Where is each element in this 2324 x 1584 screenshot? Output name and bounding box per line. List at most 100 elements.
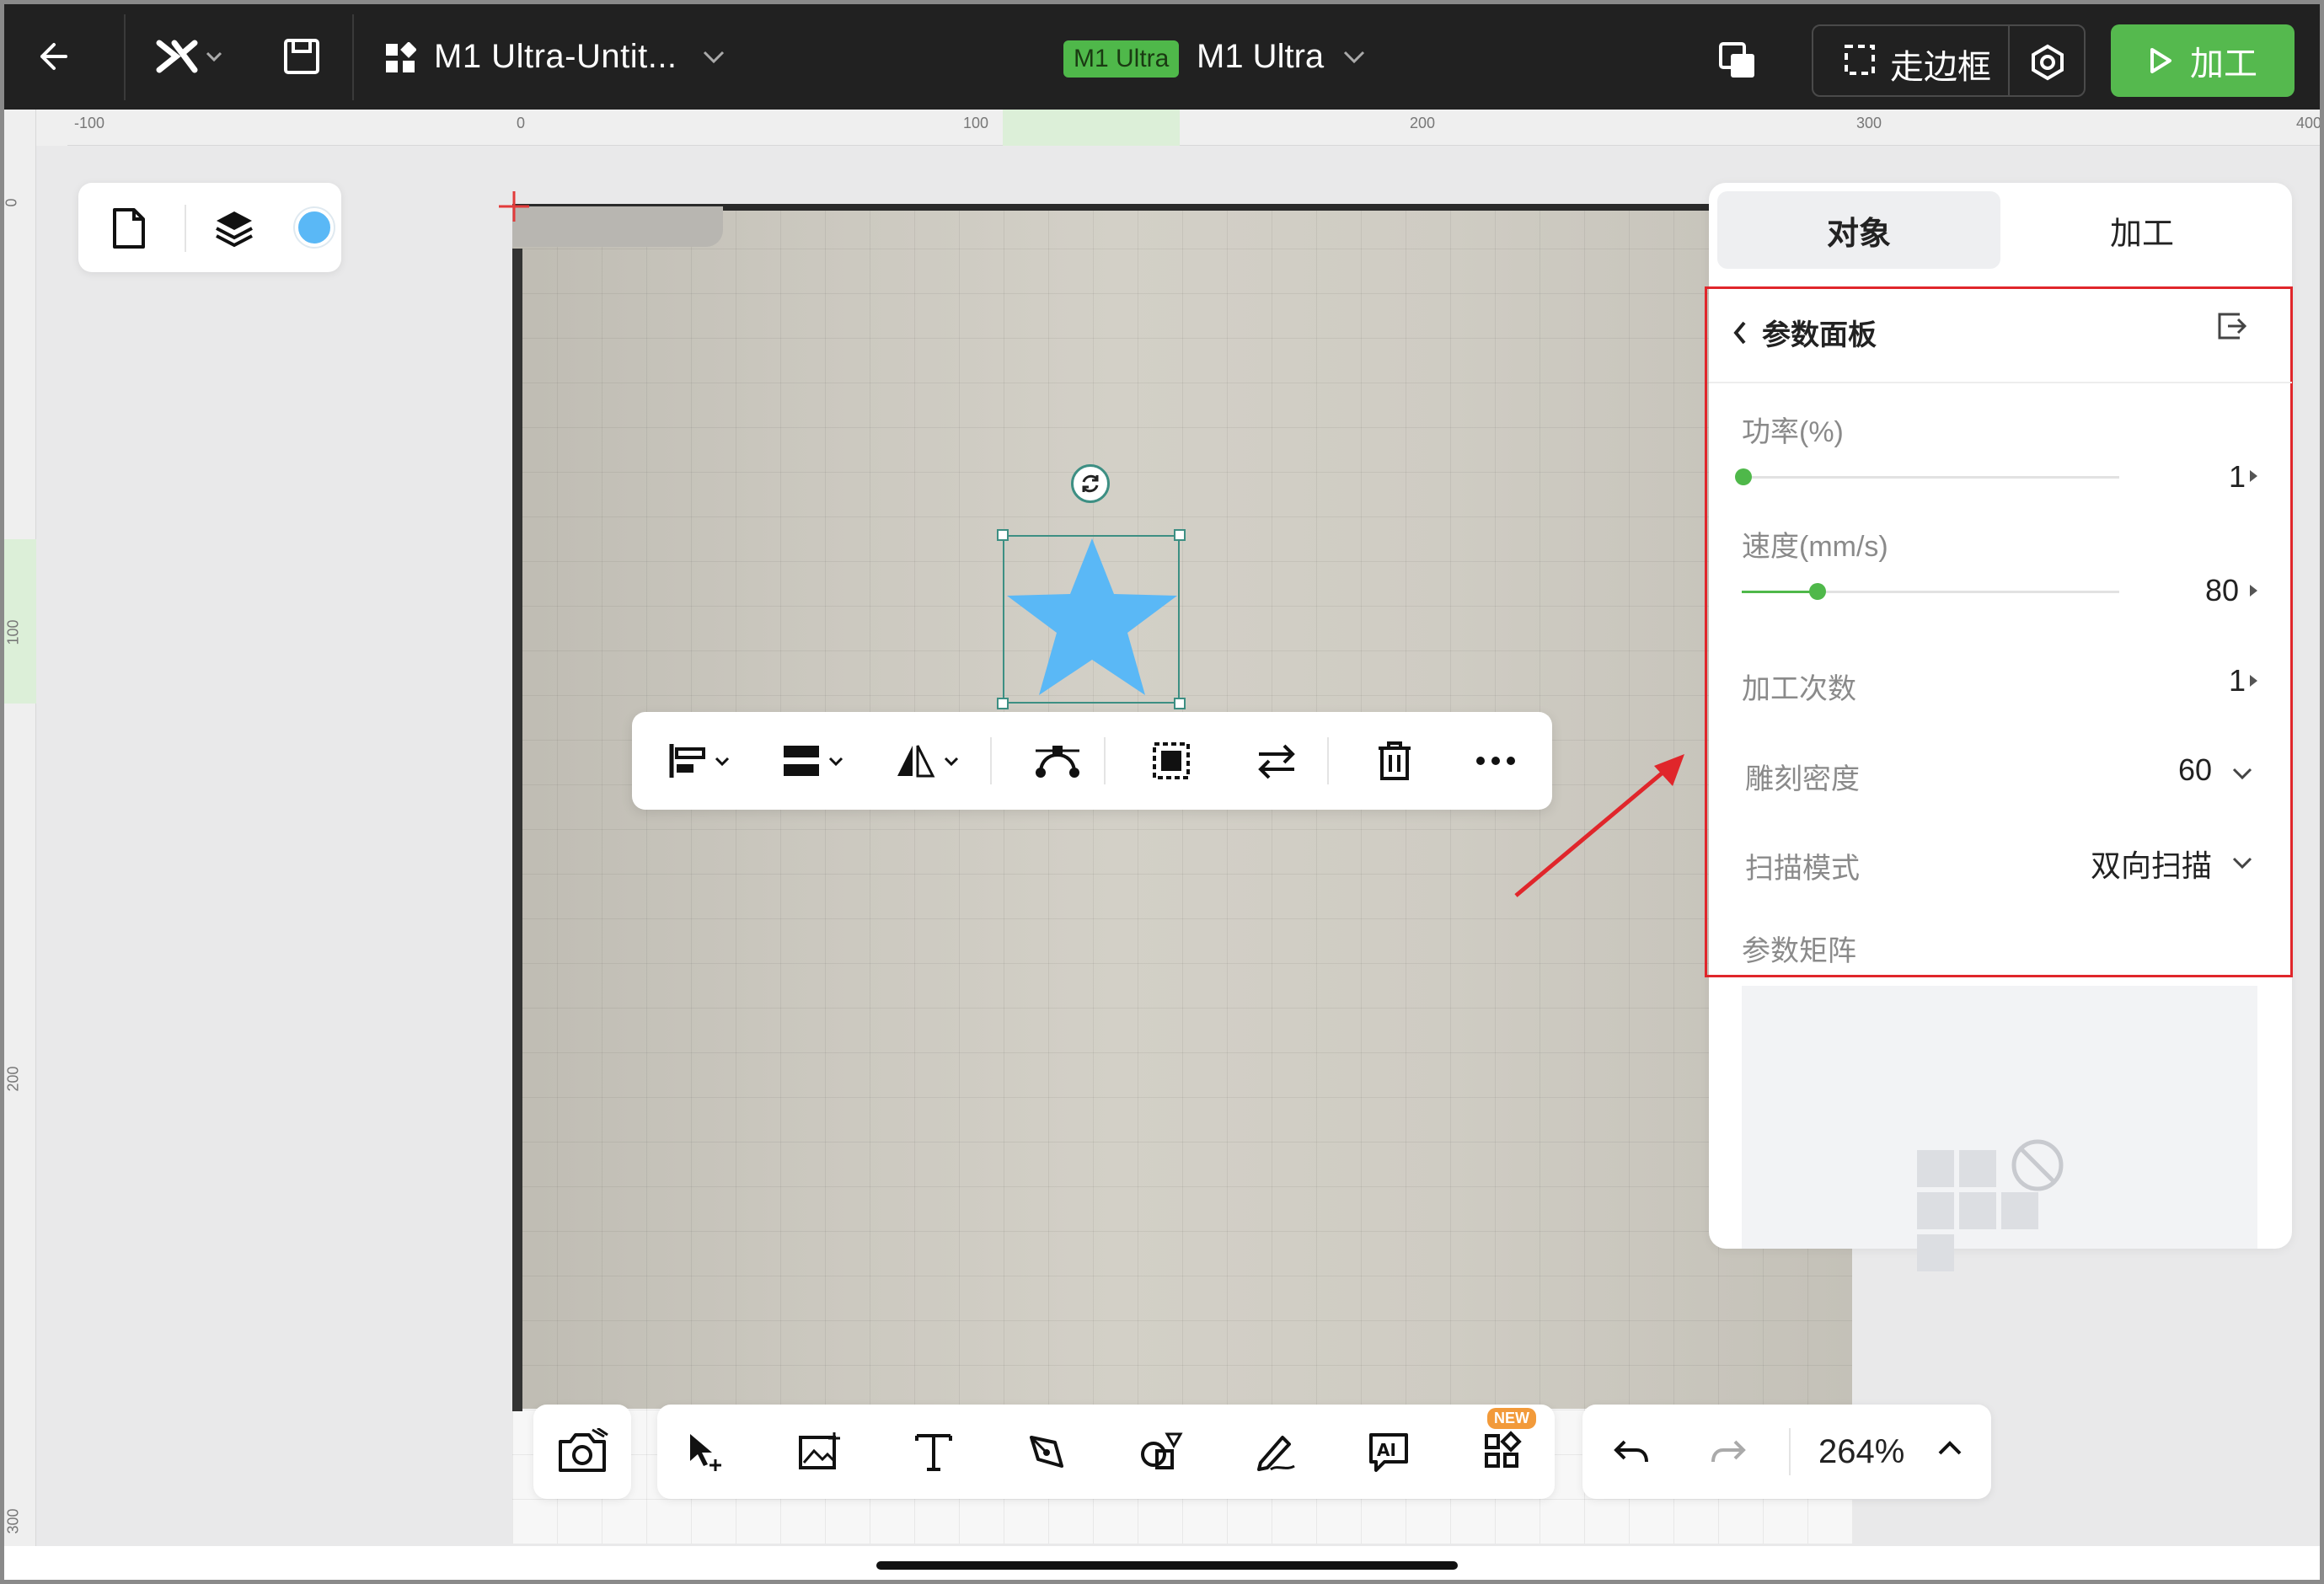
object-toolbar (632, 712, 1552, 810)
speed-label: 速度(mm/s) (1742, 531, 1888, 563)
resize-handle[interactable] (1174, 698, 1186, 709)
add-image-tool-icon[interactable] (788, 1420, 852, 1484)
align-button[interactable] (657, 729, 742, 793)
density-label: 雕刻密度 (1745, 763, 1860, 795)
tab-object[interactable]: 对象 (1717, 191, 2000, 269)
annotation-arrow (1514, 754, 1684, 897)
ruler-top-label: -100 (74, 115, 105, 131)
selection-box[interactable] (1003, 535, 1180, 704)
shape-tool-icon[interactable] (1129, 1420, 1193, 1484)
history-zoom-bar: 264% (1582, 1405, 1991, 1499)
chevron-down-icon[interactable] (1340, 45, 1368, 70)
chevron-down-icon[interactable] (2231, 766, 2253, 781)
bottom-toolbar: AI NEW (657, 1405, 1555, 1499)
power-slider[interactable] (1742, 476, 2119, 479)
chevron-down-icon (828, 757, 843, 766)
ruler-top-label: 0 (517, 115, 526, 131)
pen-tool-icon[interactable] (1015, 1420, 1079, 1484)
chevron-down-icon (206, 51, 222, 62)
back-icon[interactable] (25, 31, 76, 82)
layer-color-swatch[interactable] (295, 208, 334, 247)
param-panel-title: 参数面板 (1762, 319, 1877, 351)
resize-handle[interactable] (997, 698, 1009, 709)
param-matrix-label: 参数矩阵 (1742, 935, 1856, 967)
power-label: 功率(%) (1742, 416, 1844, 448)
document-title[interactable]: M1 Ultra-Untit... (434, 38, 677, 76)
export-params-icon[interactable] (2214, 309, 2252, 346)
distribute-icon (784, 746, 819, 776)
ai-tool-icon[interactable]: AI (1357, 1420, 1421, 1484)
xtool-logo-icon (156, 40, 198, 73)
param-matrix-preview[interactable] (1742, 986, 2257, 1271)
undo-icon[interactable] (1599, 1420, 1663, 1484)
text-tool-icon[interactable] (902, 1420, 966, 1484)
chevron-down-icon (715, 757, 730, 766)
process-button[interactable]: 加工 (2111, 24, 2295, 97)
top-bar: M1 Ultra-Untit... M1 Ultra M1 Ultra 走边框 … (4, 4, 2320, 110)
ruler-left-label: 200 (4, 1066, 22, 1092)
draw-tool-icon[interactable] (1243, 1420, 1307, 1484)
svg-text:AI: AI (1377, 1440, 1396, 1460)
settings-hex-icon[interactable] (2027, 41, 2069, 83)
scan-mode-value[interactable]: 双向扫描 (2060, 842, 2212, 886)
flip-button[interactable] (885, 729, 969, 793)
project-icon[interactable] (383, 41, 417, 75)
app-window: M1 Ultra-Untit... M1 Ultra M1 Ultra 走边框 … (4, 4, 2320, 1580)
ruler-left-label: 300 (4, 1508, 22, 1534)
disabled-icon (2010, 1137, 2065, 1193)
origin-marker (497, 190, 531, 223)
flip-icon (897, 745, 935, 778)
ruler-top-label: 100 (963, 115, 989, 131)
speed-slider-knob[interactable] (1809, 583, 1826, 600)
new-badge: NEW (1487, 1408, 1536, 1429)
passes-label: 加工次数 (1742, 673, 1856, 705)
select-tool-icon[interactable] (674, 1420, 738, 1484)
power-value[interactable]: 1 (2195, 459, 2246, 495)
stepper-arrow-icon[interactable] (2250, 675, 2257, 687)
app-menu-button[interactable] (147, 31, 232, 82)
density-value[interactable]: 60 (2145, 752, 2212, 788)
swap-icon[interactable] (1234, 729, 1319, 793)
device-badge: M1 Ultra (1063, 40, 1180, 78)
ruler-top-label: 300 (1856, 115, 1882, 131)
panel-tabs: 对象 加工 (1717, 191, 2284, 269)
camera-capture-icon[interactable] (533, 1405, 631, 1499)
power-slider-knob[interactable] (1735, 468, 1752, 485)
rotate-handle-icon[interactable] (1071, 464, 1110, 503)
chevron-up-icon[interactable] (1936, 1438, 1967, 1464)
stepper-arrow-icon[interactable] (2250, 470, 2257, 482)
chevron-left-icon (1733, 321, 1746, 344)
ruler-top-label: 200 (1410, 115, 1436, 131)
chevron-down-icon[interactable] (699, 45, 728, 70)
home-indicator[interactable] (876, 1561, 1458, 1570)
passes-value[interactable]: 1 (2195, 663, 2246, 698)
redo-icon[interactable] (1696, 1420, 1760, 1484)
ruler-left-label: 0 (4, 198, 20, 207)
save-icon[interactable] (278, 33, 325, 80)
tab-process[interactable]: 加工 (2000, 191, 2284, 269)
ruler-left-label: 100 (4, 619, 22, 645)
ruler-left: 0 100 200 300 (4, 110, 36, 1580)
align-left-icon (669, 744, 705, 778)
resize-handle[interactable] (1174, 529, 1186, 541)
apps-tool-icon[interactable] (1470, 1420, 1534, 1484)
stepper-arrow-icon[interactable] (2250, 585, 2257, 597)
scan-mode-label: 扫描模式 (1745, 853, 1860, 885)
left-tool-panel (78, 183, 341, 272)
chevron-down-icon (944, 757, 959, 766)
resize-handle[interactable] (997, 529, 1009, 541)
chevron-down-icon[interactable] (2231, 855, 2253, 870)
frame-button-label: 走边框 (1890, 49, 1991, 86)
edit-nodes-icon[interactable] (1015, 729, 1100, 793)
delete-icon[interactable] (1352, 729, 1437, 793)
copy-icon[interactable] (1715, 38, 1760, 83)
zoom-level[interactable]: 264% (1818, 1433, 1904, 1471)
layers-icon[interactable] (209, 203, 260, 254)
speed-value[interactable]: 80 (2178, 573, 2239, 608)
param-panel-header[interactable]: 参数面板 (1732, 312, 1877, 353)
document-icon[interactable] (104, 203, 154, 254)
distribute-button[interactable] (771, 729, 855, 793)
device-name[interactable]: M1 Ultra (1197, 38, 1324, 76)
select-frame-icon[interactable] (1129, 729, 1213, 793)
ruler-top-label: 400 (2296, 115, 2320, 131)
